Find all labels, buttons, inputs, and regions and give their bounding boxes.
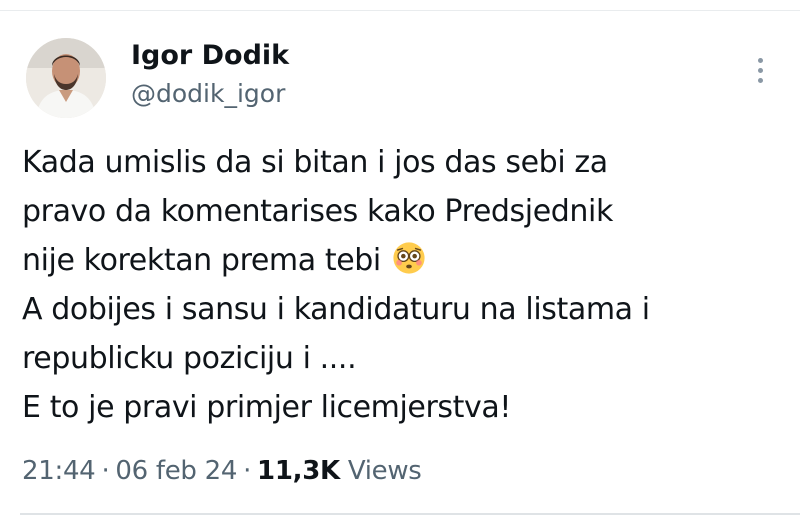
views-count[interactable]: 11,3K	[257, 456, 340, 486]
meta-separator: ·	[101, 456, 110, 486]
tweet-date[interactable]: 06 feb 24	[115, 456, 237, 486]
author-handle[interactable]: @dodik_igor	[131, 79, 285, 108]
tweet-text-line: nije korektan prema tebi	[22, 236, 792, 285]
tweet-text: Kada umislis da si bitan i jos das sebi …	[22, 138, 792, 432]
display-name[interactable]: Igor Dodik	[131, 40, 289, 71]
avatar[interactable]	[26, 38, 106, 118]
more-vertical-icon-dot-2	[757, 67, 763, 73]
top-divider	[0, 10, 800, 11]
tweet-time[interactable]: 21:44	[22, 456, 96, 486]
flushed-face-emoji-icon	[392, 241, 426, 275]
tweet-meta: 21:44 · 06 feb 24 · 11,3K Views	[22, 456, 422, 486]
tweet-text-line-6: E to je pravi primjer licemjerstva!	[22, 390, 511, 425]
tweet-text-line-5: republicku poziciju i ....	[22, 341, 357, 376]
more-vertical-icon	[757, 57, 763, 63]
tweet-text-line: republicku poziciju i ....	[22, 334, 792, 383]
tweet-text-line-3: nije korektan prema tebi	[22, 243, 381, 278]
more-options-button[interactable]	[748, 52, 772, 88]
more-vertical-icon-dot-3	[757, 77, 763, 83]
avatar-photo	[26, 38, 106, 118]
meta-separator: ·	[243, 456, 252, 486]
tweet-text-line: Kada umislis da si bitan i jos das sebi …	[22, 138, 792, 187]
tweet-text-line: E to je pravi primjer licemjerstva!	[22, 383, 792, 432]
views-label[interactable]: Views	[348, 456, 422, 486]
tweet-card: Igor Dodik @dodik_igor Kada umislis da s…	[0, 0, 800, 518]
tweet-text-line-4: A dobijes i sansu i kandidaturu na lista…	[22, 292, 650, 327]
tweet-text-line: A dobijes i sansu i kandidaturu na lista…	[22, 285, 792, 334]
tweet-text-line-1: Kada umislis da si bitan i jos das sebi …	[22, 145, 608, 180]
tweet-text-line: pravo da komentarises kako Predsjednik	[22, 187, 792, 236]
bottom-divider	[20, 513, 800, 515]
tweet-text-line-2: pravo da komentarises kako Predsjednik	[22, 194, 613, 229]
